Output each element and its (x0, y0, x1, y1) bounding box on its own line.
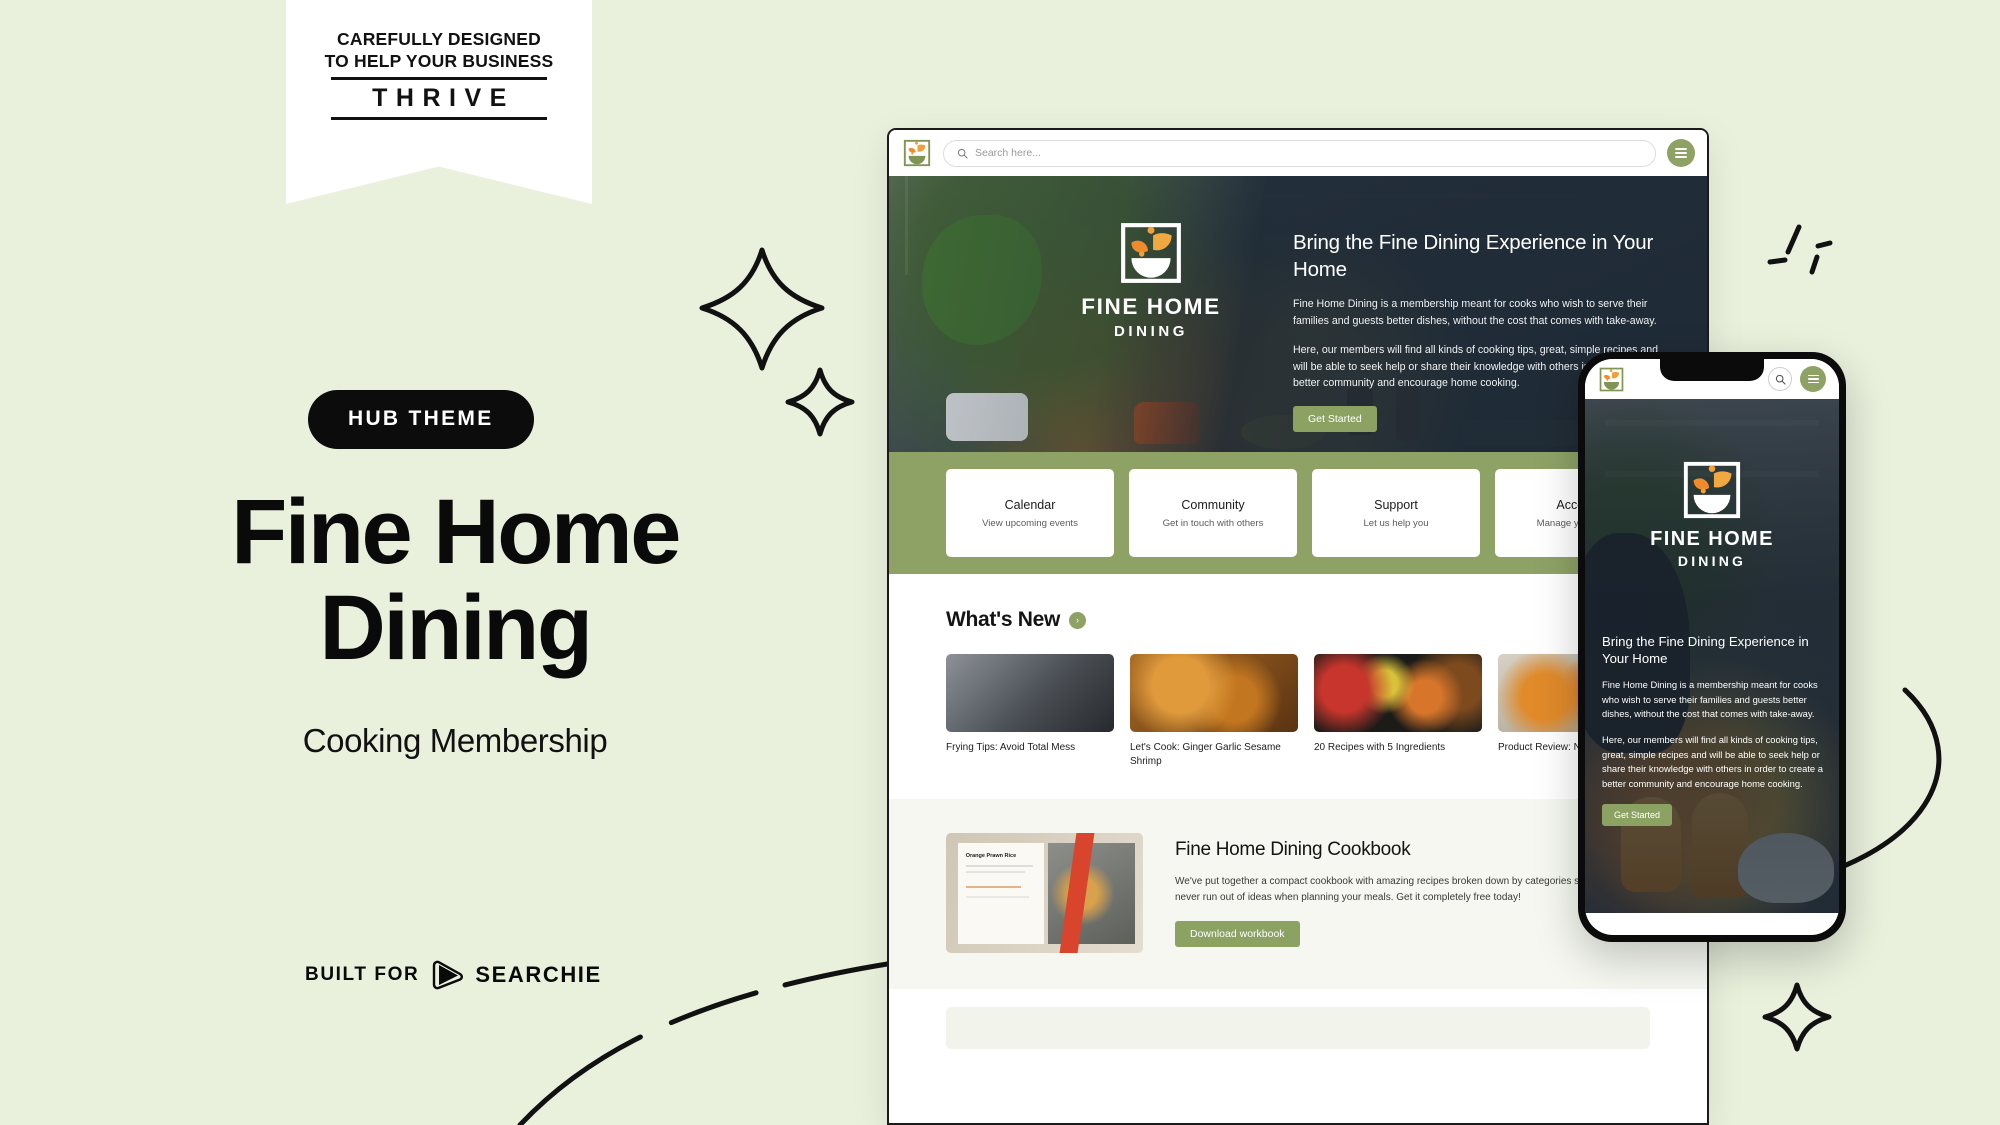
site-logo-icon[interactable] (1598, 366, 1625, 393)
phone-get-started-button[interactable]: Get Started (1602, 804, 1673, 827)
menu-bar (1675, 152, 1687, 154)
fine-home-dining-logo-icon (1121, 223, 1181, 283)
phone-hero: FINE HOME DINING Bring the Fine Dining E… (1585, 399, 1839, 913)
phone-logo-word-2: DINING (1677, 553, 1747, 569)
menu-bar (1807, 374, 1819, 377)
star-small-icon (785, 367, 855, 437)
list-item[interactable]: Let's Cook: Ginger Garlic Sesame Shrimp (1130, 654, 1298, 769)
phone-hero-title: Bring the Fine Dining Experience in Your… (1602, 634, 1809, 667)
built-for-searchie: BUILT FOR SEARCHIE (305, 960, 602, 990)
phone-hero-copy: Bring the Fine Dining Experience in Your… (1602, 633, 1824, 827)
ribbon-wordmark: THRIVE (372, 84, 515, 113)
sparkle-icon (1767, 224, 1833, 275)
phone-screen: FINE HOME DINING Bring the Fine Dining E… (1585, 359, 1839, 935)
search-input[interactable]: Search here... (943, 139, 1656, 167)
card-subtitle: Get in touch with others (1162, 517, 1264, 529)
get-started-button[interactable]: Get Started (1293, 406, 1377, 433)
hamburger-menu-button[interactable] (1667, 139, 1695, 167)
phone-hero-logo: FINE HOME DINING (1585, 459, 1839, 569)
ribbon-line-2: TO HELP YOUR BUSINESS (324, 51, 554, 72)
cookbook-body: Fine Home Dining Cookbook We've put toge… (1175, 833, 1615, 953)
thumbnail-caption: Frying Tips: Avoid Total Mess (946, 742, 1076, 753)
built-for-label: BUILT FOR (305, 964, 420, 985)
menu-bar (1807, 381, 1819, 384)
search-button[interactable] (1768, 367, 1792, 391)
hamburger-menu-button[interactable] (1800, 366, 1826, 392)
star-icon (699, 247, 825, 371)
chevron-right-icon[interactable]: › (1069, 611, 1087, 629)
menu-bar (1675, 148, 1687, 150)
page-title: Fine Home Dining (150, 481, 760, 679)
card-title: Support (1374, 497, 1418, 512)
cookbook-image: Orange Prawn Rice (946, 833, 1143, 954)
quick-link-card[interactable]: Community Get in touch with others (1129, 469, 1297, 557)
phone-notch (1660, 359, 1764, 381)
card-subtitle: Let us help you (1363, 517, 1429, 529)
site-logo-icon[interactable] (902, 138, 932, 168)
cookbook-paragraph: We've put together a compact cookbook wi… (1175, 876, 1604, 904)
cookbook-page-title: Orange Prawn Rice (965, 852, 1017, 859)
hero-logo: FINE HOME DINING (1067, 220, 1235, 340)
ribbon-line-1: CAREFULLY DESIGNED (337, 29, 541, 49)
quick-link-card[interactable]: Support Let us help you (1312, 469, 1480, 557)
built-for-brand: SEARCHIE (475, 962, 602, 987)
site-topbar: Search here... (889, 130, 1707, 176)
phone-hero-paragraph-1: Fine Home Dining is a membership meant f… (1602, 679, 1818, 720)
menu-bar (1807, 378, 1819, 380)
card-title: Calendar (1004, 497, 1056, 512)
ribbon-divider-bottom (331, 117, 547, 121)
list-item[interactable]: 20 Recipes with 5 Ingredients (1314, 654, 1482, 769)
card-title: Community (1181, 497, 1245, 512)
phone-logo-word-1: FINE HOME (1650, 528, 1774, 550)
page-footer-area (889, 1007, 1707, 1068)
download-workbook-button[interactable]: Download workbook (1175, 921, 1300, 948)
headline-line-1: Fine Home (231, 481, 681, 583)
phone-hero-paragraph-2: Here, our members will find all kinds of… (1602, 734, 1823, 789)
hero-logo-word-2: DINING (1113, 323, 1189, 340)
quick-link-card[interactable]: Calendar View upcoming events (946, 469, 1114, 557)
whats-new-title: What's New (946, 608, 1061, 631)
thumbnail-caption: 20 Recipes with 5 Ingredients (1314, 742, 1446, 753)
thumbnail-image (946, 654, 1114, 732)
cookbook-title: Fine Home Dining Cookbook (1175, 839, 1411, 861)
hero-title: Bring the Fine Dining Experience in Your… (1293, 231, 1654, 281)
footer-placeholder (946, 1007, 1650, 1050)
thumbnail-image (1314, 654, 1482, 732)
fine-home-dining-logo-icon (1683, 461, 1741, 519)
phone-mockup: FINE HOME DINING Bring the Fine Dining E… (1578, 352, 1846, 942)
hub-theme-badge: HUB THEME (308, 390, 534, 449)
list-item[interactable]: Frying Tips: Avoid Total Mess (946, 654, 1114, 769)
card-subtitle: View upcoming events (982, 517, 1078, 529)
search-icon (1775, 374, 1786, 385)
search-icon (957, 148, 968, 159)
menu-bar (1675, 156, 1687, 158)
search-placeholder-text: Search here... (975, 147, 1041, 159)
page-subtitle: Cooking Membership (302, 722, 608, 759)
searchie-play-icon (433, 960, 464, 990)
star-small-icon (1762, 982, 1832, 1052)
headline-line-2: Dining (319, 576, 593, 679)
hero-paragraph-1: Fine Home Dining is a membership meant f… (1293, 298, 1657, 327)
thumbnail-caption: Let's Cook: Ginger Garlic Sesame Shrimp (1130, 742, 1281, 768)
hero-logo-word-1: FINE HOME (1081, 294, 1221, 319)
poster-canvas: CAREFULLY DESIGNED TO HELP YOUR BUSINESS… (0, 0, 2000, 1125)
thumbnail-image (1130, 654, 1298, 732)
